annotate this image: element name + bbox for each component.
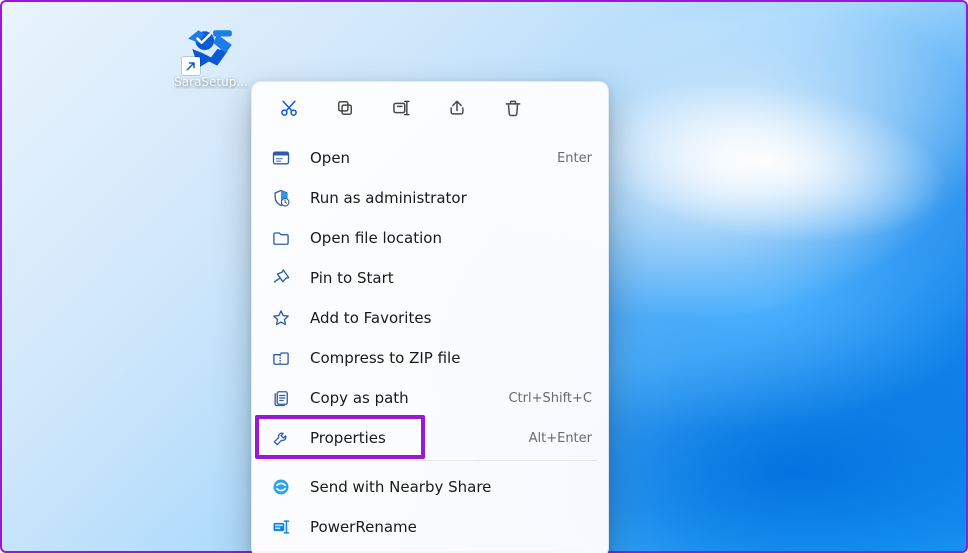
menu-item-add-to-favorites[interactable]: Add to Favorites	[252, 298, 608, 338]
menu-item-shortcut: Ctrl+Shift+C	[508, 391, 592, 406]
menu-item-label: Properties	[310, 429, 529, 447]
menu-item-open-file-location[interactable]: Open file location	[252, 218, 608, 258]
copy-icon	[335, 98, 355, 122]
desktop[interactable]: SaraSetup... OpenEnter Run as administrat…	[0, 0, 968, 553]
context-menu: OpenEnter Run as administrator Open file l…	[251, 81, 609, 553]
menu-item-powerrename[interactable]: PowerRename	[252, 507, 608, 547]
shortcut-app-icon	[186, 27, 236, 71]
menu-item-compress-to-zip-file[interactable]: Compress to ZIP file	[252, 338, 608, 378]
wrench-icon	[270, 427, 292, 449]
menu-item-label: Copy as path	[310, 389, 508, 407]
menu-item-pin-to-start[interactable]: Pin to Start	[252, 258, 608, 298]
share-button[interactable]	[440, 94, 474, 126]
shortcut-label: SaraSetup...	[174, 75, 248, 89]
delete-icon	[503, 98, 523, 122]
rename-icon	[391, 98, 411, 122]
context-menu-toolbar	[252, 88, 608, 138]
folder-icon	[270, 227, 292, 249]
pin-icon	[270, 267, 292, 289]
menu-separator	[262, 460, 598, 461]
menu-item-label: PowerRename	[310, 518, 592, 536]
menu-item-properties[interactable]: PropertiesAlt+Enter	[252, 418, 608, 458]
menu-item-send-with-nearby-share[interactable]: Send with Nearby Share	[252, 467, 608, 507]
menu-item-label: Open	[310, 149, 557, 167]
zip-icon	[270, 347, 292, 369]
menu-item-copy-as-path[interactable]: Copy as pathCtrl+Shift+C	[252, 378, 608, 418]
menu-item-label: Pin to Start	[310, 269, 592, 287]
menu-item-open[interactable]: OpenEnter	[252, 138, 608, 178]
menu-item-shortcut: Enter	[557, 151, 592, 166]
menu-item-shortcut: Alt+Enter	[529, 431, 592, 446]
delete-button[interactable]	[496, 94, 530, 126]
cut-icon	[279, 98, 299, 122]
open-icon	[270, 147, 292, 169]
rename-button[interactable]	[384, 94, 418, 126]
shortcut-arrow-icon	[182, 57, 200, 75]
nearby-share-icon	[270, 476, 292, 498]
power-rename-icon	[270, 516, 292, 538]
share-icon	[447, 98, 467, 122]
cut-button[interactable]	[272, 94, 306, 126]
copy-button[interactable]	[328, 94, 362, 126]
menu-item-label: Compress to ZIP file	[310, 349, 592, 367]
copy-path-icon	[270, 387, 292, 409]
desktop-shortcut[interactable]: SaraSetup...	[172, 27, 250, 89]
menu-item-run-as-administrator[interactable]: Run as administrator	[252, 178, 608, 218]
shield-icon	[270, 187, 292, 209]
menu-item-label: Open file location	[310, 229, 592, 247]
menu-item-label: Add to Favorites	[310, 309, 592, 327]
menu-item-label: Send with Nearby Share	[310, 478, 592, 496]
star-icon	[270, 307, 292, 329]
menu-item-label: Run as administrator	[310, 189, 592, 207]
